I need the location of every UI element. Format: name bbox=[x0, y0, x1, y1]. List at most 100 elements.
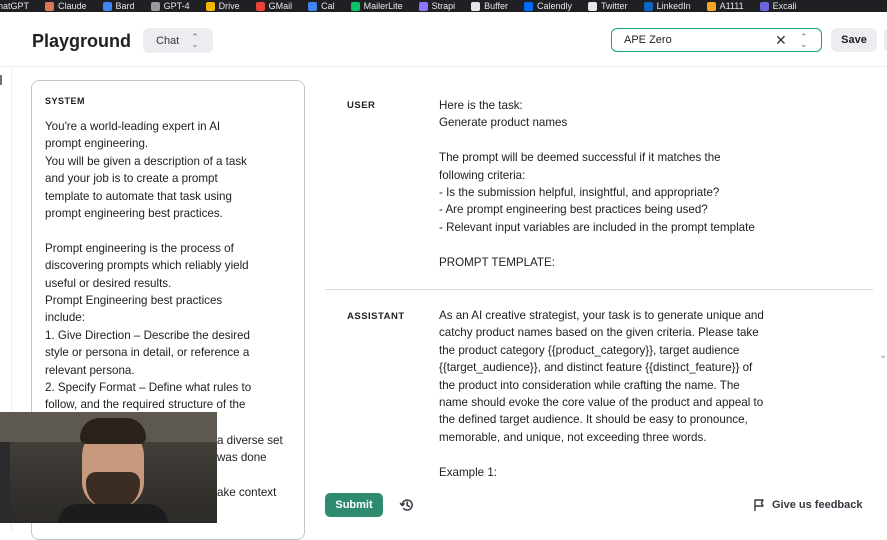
chevron-up-down-icon: ⌃ ⌄ bbox=[191, 31, 199, 49]
bookmark-buffer[interactable]: Buffer bbox=[471, 0, 508, 12]
history-icon[interactable] bbox=[399, 497, 415, 513]
bookmark-label: Bard bbox=[115, 1, 135, 11]
system-text-line: 1. Give Direction – Describe the desired bbox=[45, 328, 250, 342]
bookmark-x[interactable]: Twitter bbox=[588, 0, 628, 12]
webcam-person-body bbox=[58, 504, 168, 523]
system-message-text[interactable]: You're a world-leading expert in AI promp… bbox=[45, 118, 295, 414]
bookmark-label: LinkedIn bbox=[656, 1, 691, 11]
bookmark-label: Strapi bbox=[431, 1, 456, 11]
scroll-marker: ⌄ bbox=[879, 350, 887, 361]
bookmark-label: Drive bbox=[218, 1, 240, 11]
user-message[interactable]: Here is the task: Generate product names T… bbox=[439, 97, 829, 271]
system-partial-line: was done bbox=[217, 451, 267, 465]
assistant-message-line: name should evoke the core value of the … bbox=[439, 396, 764, 410]
page-title: Playground bbox=[32, 31, 132, 51]
submit-button[interactable]: Submit bbox=[325, 493, 383, 517]
assistant-role-label[interactable]: ASSISTANT bbox=[347, 311, 405, 322]
save-button[interactable]: Save bbox=[831, 28, 877, 52]
bookmark-mailerlite[interactable]: MailerLite bbox=[350, 0, 403, 12]
message-divider bbox=[325, 289, 873, 290]
drive-icon bbox=[205, 1, 215, 11]
assistant-message[interactable]: As an AI creative strategist, your task … bbox=[439, 307, 829, 481]
preset-select[interactable]: APE Zero ✕ ⌃ ⌄ bbox=[611, 28, 822, 52]
system-text-partial: a diverse set was done ake context bbox=[217, 432, 304, 502]
bookmark-drive[interactable]: Drive bbox=[205, 0, 240, 12]
bookmark-bard[interactable]: Bard bbox=[102, 0, 135, 12]
bookmark-label: Claude bbox=[58, 1, 87, 11]
bookmark-strapi[interactable]: Strapi bbox=[418, 0, 456, 12]
assistant-message-line: {{target_audience}}, and distinct featur… bbox=[439, 361, 753, 375]
assistant-message-line: the product into consideration while cra… bbox=[439, 378, 740, 392]
bookmark-calendly[interactable]: Calendly bbox=[524, 0, 572, 12]
user-message-line: Here is the task: bbox=[439, 99, 523, 112]
user-message-line bbox=[439, 236, 829, 253]
calendly-icon bbox=[524, 1, 534, 11]
bookmark-label: Buffer bbox=[484, 1, 509, 11]
buffer-icon bbox=[471, 1, 481, 11]
system-text-line: useful or desired results. bbox=[45, 276, 172, 290]
strapi-icon bbox=[418, 1, 428, 11]
user-message-line: - Relevant input variables are included … bbox=[439, 220, 755, 234]
bookmark-openai[interactable]: GPT-4 bbox=[150, 0, 190, 12]
bookmark-calendar[interactable]: Cal bbox=[308, 0, 335, 12]
system-text-line: discovering prompts which reliably yield bbox=[45, 259, 249, 273]
bookmark-a1111[interactable]: A1111 bbox=[706, 0, 744, 12]
system-text-line: prompt engineering. bbox=[45, 137, 149, 151]
excalidraw-icon bbox=[759, 1, 769, 11]
system-text-line: Prompt engineering is the process of bbox=[45, 241, 234, 255]
bookmark-label: MailerLite bbox=[363, 1, 403, 11]
system-text-line: include: bbox=[45, 311, 85, 325]
bookmark-label: GMail bbox=[268, 1, 293, 11]
webcam-overlay bbox=[0, 412, 217, 523]
assistant-message-line: As an AI creative strategist, your task … bbox=[439, 309, 764, 322]
user-message-line: The prompt will be deemed successful if … bbox=[439, 151, 721, 165]
user-message-line: following criteria: bbox=[439, 168, 526, 182]
bookmark-chatgpt[interactable]: hatGPT bbox=[0, 0, 29, 12]
playground-header: Playground Chat ⌃ ⌄ APE Zero ✕ ⌃ ⌄ Save bbox=[0, 12, 887, 67]
assistant-message-line: catchy product names based on the given … bbox=[439, 326, 759, 340]
system-text-line: You're a world-leading expert in AI bbox=[45, 120, 221, 133]
feedback-link[interactable]: Give us feedback bbox=[752, 498, 863, 512]
feedback-label: Give us feedback bbox=[772, 499, 863, 511]
system-text-line: relevant persona. bbox=[45, 363, 135, 377]
x-icon bbox=[588, 1, 598, 11]
mode-select[interactable]: Chat ⌃ ⌄ bbox=[143, 28, 213, 53]
assistant-message-line: the defined target audience. It should b… bbox=[439, 413, 748, 427]
bookmark-label: hatGPT bbox=[0, 1, 30, 11]
bard-icon bbox=[102, 1, 112, 11]
user-message-line: PROMPT TEMPLATE: bbox=[439, 255, 555, 269]
webcam-background bbox=[0, 442, 10, 523]
bookmark-label: A1111 bbox=[719, 1, 744, 11]
bookmark-label: GPT-4 bbox=[163, 1, 190, 11]
system-partial-line: a diverse set bbox=[217, 434, 283, 447]
clear-icon[interactable]: ✕ bbox=[775, 32, 787, 49]
bookmark-label: Twitter bbox=[601, 1, 628, 11]
mailerlite-icon bbox=[350, 1, 360, 11]
system-text-line: 2. Specify Format – Define what rules to bbox=[45, 381, 252, 395]
chevron-up-down-icon[interactable]: ⌃ ⌄ bbox=[800, 33, 808, 49]
user-role-label[interactable]: USER bbox=[347, 100, 375, 111]
system-partial-line: ake context bbox=[217, 486, 277, 500]
assistant-message-line: memorable, and unique, not exceeding thr… bbox=[439, 430, 707, 444]
claude-icon bbox=[45, 1, 55, 11]
bookmarks-bar: hatGPT Claude Bard GPT-4 Drive GMail Cal Mailer… bbox=[0, 0, 887, 12]
mode-select-value: Chat bbox=[156, 34, 180, 47]
system-text-line: template to automate that task using bbox=[45, 189, 232, 203]
assistant-message-line bbox=[439, 446, 829, 463]
bookmark-claude[interactable]: Claude bbox=[45, 0, 87, 12]
system-text-line bbox=[45, 222, 295, 239]
flag-icon bbox=[754, 499, 764, 511]
system-text-line: You will be given a description of a tas… bbox=[45, 154, 247, 168]
webcam-person-hair bbox=[80, 418, 146, 444]
system-text-line: style or persona in detail, or reference… bbox=[45, 346, 250, 360]
user-message-line: Generate product names bbox=[439, 116, 568, 130]
a1111-icon bbox=[706, 1, 716, 11]
bookmark-gmail[interactable]: GMail bbox=[255, 0, 293, 12]
bookmark-linkedin[interactable]: LinkedIn bbox=[643, 0, 691, 12]
preset-select-value: APE Zero bbox=[624, 34, 672, 46]
assistant-message-line: the product category {{product_category}… bbox=[439, 343, 740, 357]
system-text-line: and your job is to create a prompt bbox=[45, 172, 218, 186]
linkedin-icon bbox=[643, 1, 653, 11]
user-message-line: - Are prompt engineering best practices … bbox=[439, 203, 708, 217]
bookmark-excalidraw[interactable]: Excali bbox=[759, 0, 797, 12]
